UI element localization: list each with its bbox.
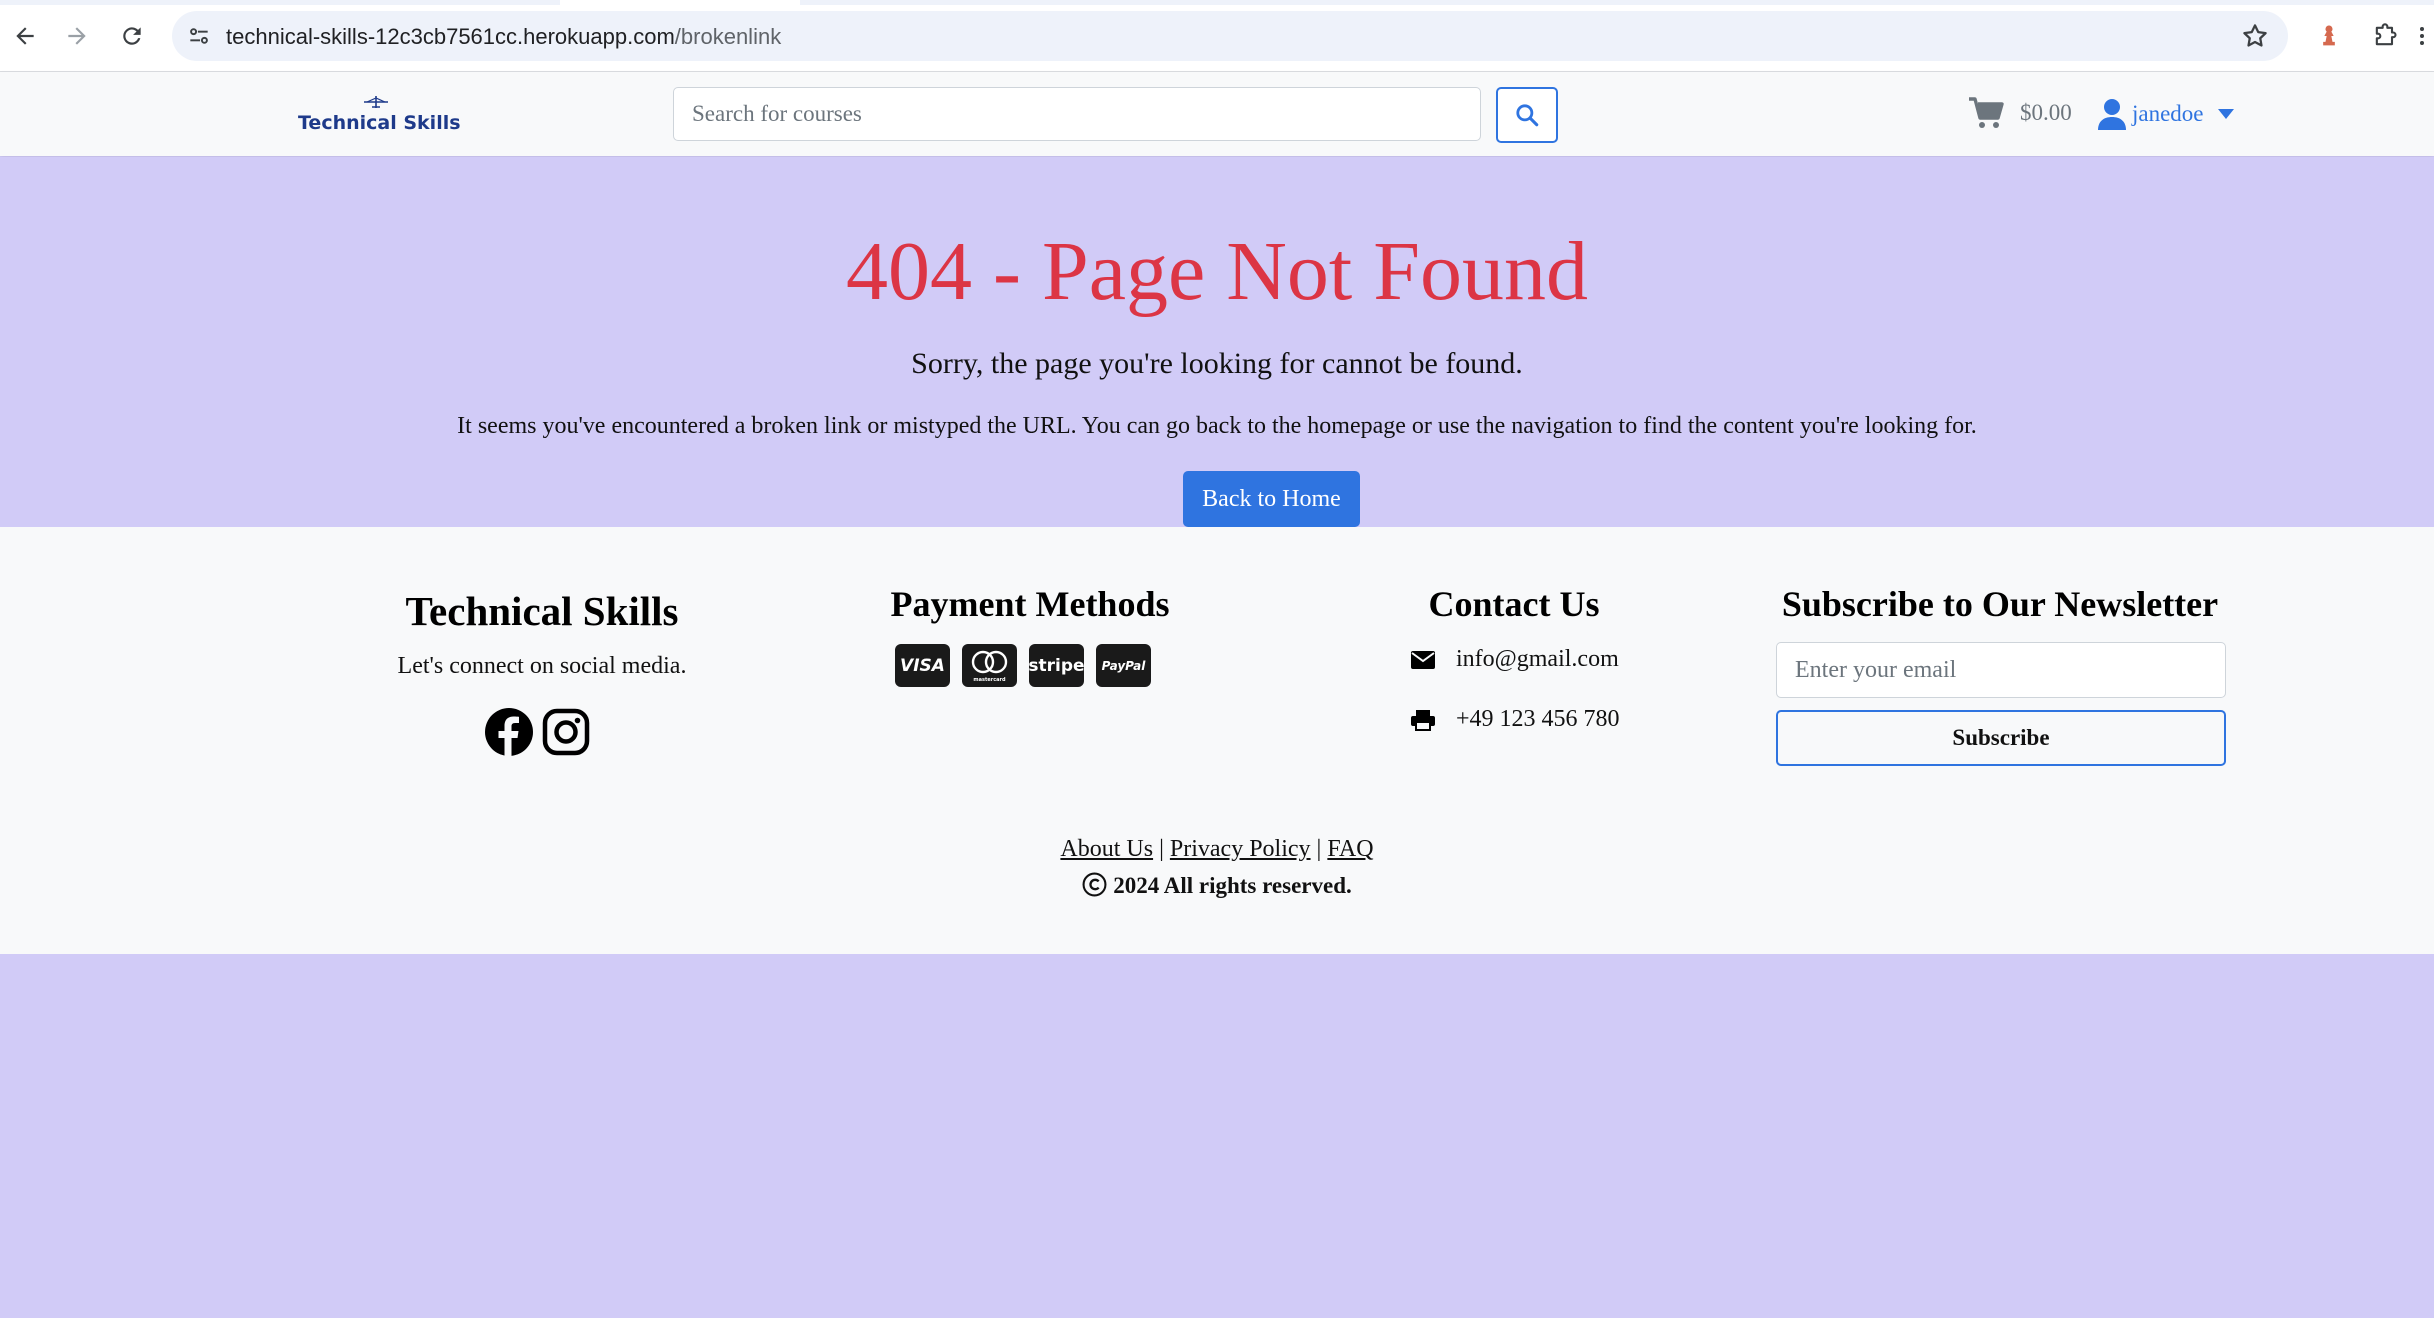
facebook-icon[interactable] xyxy=(484,707,534,757)
contact-email: info@gmail.com xyxy=(1410,646,1619,673)
user-dropdown[interactable]: janedoe xyxy=(2098,96,2234,132)
url-path: /brokenlink xyxy=(674,24,782,49)
contact-phone: +49 123 456 780 xyxy=(1410,706,1620,733)
arrow-right-icon xyxy=(68,27,86,45)
copyright-icon xyxy=(1082,872,1107,897)
contact-email-text[interactable]: info@gmail.com xyxy=(1456,646,1619,673)
back-to-home-button[interactable]: Back to Home xyxy=(1183,471,1360,527)
faq-link[interactable]: FAQ xyxy=(1327,836,1373,862)
newsletter-title: Subscribe to Our Newsletter xyxy=(1781,584,2219,624)
paypal-icon: PayPal xyxy=(1096,644,1151,687)
visa-icon: VISA xyxy=(895,644,950,687)
page-title: 404 - Page Not Found xyxy=(846,225,1588,318)
contact-us-title: Contact Us xyxy=(1428,584,1600,624)
search-button[interactable] xyxy=(1496,87,1558,143)
puzzle-icon xyxy=(2375,23,2397,46)
caret-down-icon xyxy=(2217,109,2234,119)
arrow-left-icon xyxy=(16,27,34,45)
printer-icon xyxy=(1411,709,1435,731)
username: janedoe xyxy=(2132,101,2204,126)
reload-button[interactable] xyxy=(113,17,151,55)
newsletter-email-input[interactable] xyxy=(1776,642,2226,698)
envelope-icon xyxy=(1411,650,1435,669)
kebab-menu-icon xyxy=(2420,27,2424,45)
user-icon xyxy=(2098,99,2126,130)
not-found-section: 404 - Page Not Found Sorry, the page you… xyxy=(0,157,2434,527)
site-settings-icon[interactable] xyxy=(186,23,212,49)
url-text[interactable]: technical-skills-12c3cb7561cc.herokuapp.… xyxy=(226,24,781,50)
bookmark-star-icon[interactable] xyxy=(2240,21,2270,51)
chess-piece-icon xyxy=(2323,25,2335,46)
subscribe-button[interactable]: Subscribe xyxy=(1776,710,2226,766)
extension-chess-icon[interactable] xyxy=(2310,17,2348,55)
instagram-icon[interactable] xyxy=(541,707,591,757)
browser-menu-button[interactable] xyxy=(2410,17,2434,55)
error-lead-text: Sorry, the page you're looking for canno… xyxy=(911,347,1523,380)
cart-total[interactable]: $0.00 xyxy=(2020,100,2072,126)
svg-text:mastercard: mastercard xyxy=(973,677,1006,683)
mastercard-icon: mastercard xyxy=(962,644,1017,687)
error-description: It seems you've encountered a broken lin… xyxy=(457,413,1977,439)
back-button[interactable] xyxy=(6,17,44,55)
copyright-text: 2024 All rights reserved. xyxy=(1113,873,1352,898)
about-us-link[interactable]: About Us xyxy=(1060,836,1153,862)
site-footer: Technical Skills Let's connect on social… xyxy=(0,527,2434,954)
url-host: technical-skills-12c3cb7561cc.herokuapp.… xyxy=(226,24,675,49)
copyright: 2024 All rights reserved. xyxy=(0,872,2434,899)
page-bottom-area xyxy=(0,954,2434,1318)
reload-icon xyxy=(123,27,141,45)
active-tab-indicator xyxy=(560,0,800,5)
payment-methods-title: Payment Methods xyxy=(890,584,1170,624)
brand-name: Technical Skills xyxy=(298,112,461,134)
privacy-policy-link[interactable]: Privacy Policy xyxy=(1170,836,1311,862)
brand-logo[interactable]: Technical Skills xyxy=(298,94,461,140)
footer-links: About Us | Privacy Policy | FAQ xyxy=(0,836,2434,863)
search-input[interactable] xyxy=(673,87,1481,141)
contact-phone-text: +49 123 456 780 xyxy=(1456,706,1620,732)
payment-cards: VISA mastercard stripe PayPal xyxy=(895,644,1151,687)
social-subtitle: Let's connect on social media. xyxy=(397,653,687,679)
tab-strip xyxy=(0,0,2434,5)
extensions-button[interactable] xyxy=(2366,17,2404,55)
search-icon xyxy=(1516,104,1539,127)
link-separator: | xyxy=(1316,836,1322,862)
footer-brand-title: Technical Skills xyxy=(405,588,679,634)
address-bar[interactable]: technical-skills-12c3cb7561cc.herokuapp.… xyxy=(172,11,2288,61)
forward-button[interactable] xyxy=(58,17,96,55)
plane-logo-icon xyxy=(363,96,388,108)
browser-chrome: technical-skills-12c3cb7561cc.herokuapp.… xyxy=(0,0,2434,72)
stripe-icon: stripe xyxy=(1028,644,1085,687)
site-navbar: Technical Skills $0.00 janedoe xyxy=(0,72,2434,156)
cart-icon[interactable] xyxy=(1968,96,2004,130)
link-separator: | xyxy=(1159,836,1164,862)
